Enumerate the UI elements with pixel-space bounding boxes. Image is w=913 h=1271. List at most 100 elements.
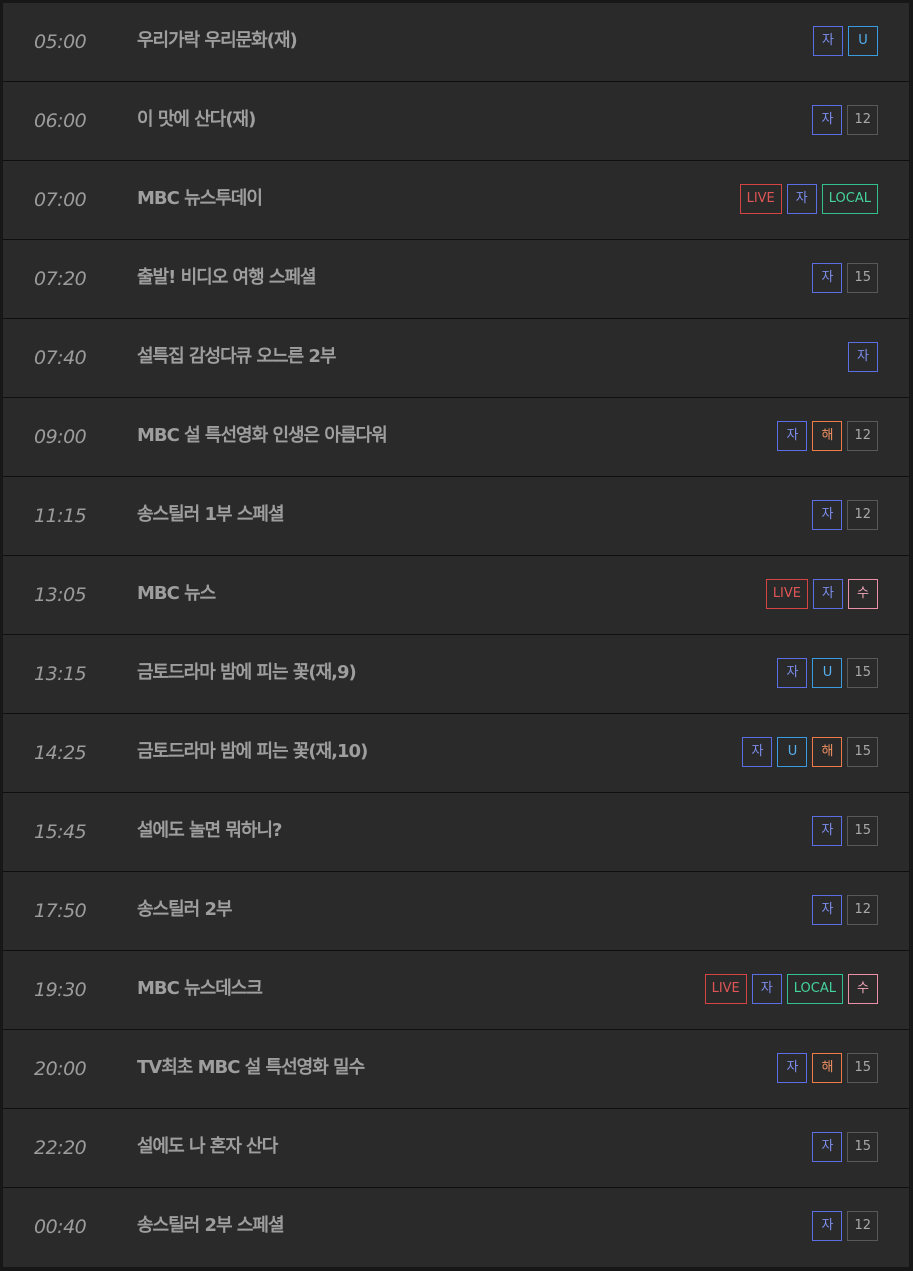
badge-ja: 자 bbox=[742, 737, 773, 767]
badge-local: LOCAL bbox=[821, 184, 878, 214]
schedule-row[interactable]: 14:25 금토드라마 밤에 피는 꽃(재,10) 자 U 해 15 bbox=[3, 714, 909, 793]
badge-su: 수 bbox=[848, 579, 878, 609]
program-badges: LIVE 자 LOCAL bbox=[739, 184, 878, 214]
badge-ja: 자 bbox=[812, 500, 843, 530]
schedule-row[interactable]: 19:30 MBC 뉴스데스크 LIVE 자 LOCAL 수 bbox=[3, 951, 909, 1030]
program-title[interactable]: TV최초 MBC 설 특선영화 밀수 bbox=[137, 1030, 365, 1108]
badge-live: LIVE bbox=[765, 579, 808, 609]
badge-u: U bbox=[848, 26, 878, 56]
program-badges: 자 해 15 bbox=[777, 1053, 878, 1083]
badge-ja: 자 bbox=[812, 263, 843, 293]
badge-age: 15 bbox=[847, 1053, 878, 1083]
program-badges: LIVE 자 LOCAL 수 bbox=[704, 974, 878, 1004]
badge-ja: 자 bbox=[848, 342, 878, 372]
badge-ja: 자 bbox=[812, 816, 843, 846]
program-time: 22:20 bbox=[34, 1137, 87, 1159]
program-time: 07:00 bbox=[34, 189, 87, 211]
badge-age: 12 bbox=[847, 105, 878, 135]
program-badges: 자 U 15 bbox=[777, 658, 878, 688]
program-badges: 자 15 bbox=[812, 1132, 878, 1162]
badge-ja: 자 bbox=[777, 658, 808, 688]
program-time: 20:00 bbox=[34, 1058, 87, 1080]
badge-live: LIVE bbox=[704, 974, 747, 1004]
program-title[interactable]: 금토드라마 밤에 피는 꽃(재,10) bbox=[137, 714, 368, 792]
badge-su: 수 bbox=[848, 974, 878, 1004]
program-time: 19:30 bbox=[34, 979, 87, 1001]
badge-age: 15 bbox=[847, 263, 878, 293]
badge-ja: 자 bbox=[812, 895, 843, 925]
badge-age: 15 bbox=[847, 816, 878, 846]
program-time: 07:40 bbox=[34, 347, 87, 369]
program-title[interactable]: MBC 뉴스투데이 bbox=[137, 161, 263, 239]
program-title[interactable]: 우리가락 우리문화(재) bbox=[137, 3, 298, 81]
schedule-list: 05:00 우리가락 우리문화(재) 자 U 06:00 이 맛에 산다(재) 자 12 07:… bbox=[3, 3, 909, 1267]
schedule-row[interactable]: 15:45 설에도 놀면 뭐하니? 자 15 bbox=[3, 793, 909, 872]
program-title[interactable]: 송스틸러 2부 스페셜 bbox=[137, 1188, 285, 1266]
badge-hae: 해 bbox=[812, 421, 843, 451]
badge-age: 12 bbox=[847, 895, 878, 925]
program-time: 00:40 bbox=[34, 1216, 87, 1238]
program-badges: 자 12 bbox=[812, 500, 878, 530]
badge-hae: 해 bbox=[812, 737, 843, 767]
program-title[interactable]: 설에도 놀면 뭐하니? bbox=[137, 793, 282, 871]
program-title[interactable]: 송스틸러 1부 스페셜 bbox=[137, 477, 285, 555]
badge-ja: 자 bbox=[812, 1132, 843, 1162]
program-badges: 자 12 bbox=[812, 1211, 878, 1241]
schedule-row[interactable]: 00:40 송스틸러 2부 스페셜 자 12 bbox=[3, 1188, 909, 1266]
program-time: 14:25 bbox=[34, 742, 87, 764]
program-title[interactable]: 금토드라마 밤에 피는 꽃(재,9) bbox=[137, 635, 357, 713]
badge-ja: 자 bbox=[813, 579, 843, 609]
program-badges: LIVE 자 수 bbox=[765, 579, 878, 609]
program-time: 06:00 bbox=[34, 110, 87, 132]
badge-ja: 자 bbox=[813, 26, 843, 56]
program-time: 15:45 bbox=[34, 821, 87, 843]
schedule-row[interactable]: 05:00 우리가락 우리문화(재) 자 U bbox=[3, 3, 909, 82]
program-badges: 자 해 12 bbox=[777, 421, 878, 451]
program-time: 17:50 bbox=[34, 900, 87, 922]
program-time: 11:15 bbox=[34, 505, 87, 527]
schedule-row[interactable]: 06:00 이 맛에 산다(재) 자 12 bbox=[3, 82, 909, 161]
badge-u: U bbox=[812, 658, 843, 688]
schedule-row[interactable]: 13:15 금토드라마 밤에 피는 꽃(재,9) 자 U 15 bbox=[3, 635, 909, 714]
program-title[interactable]: 설에도 나 혼자 산다 bbox=[137, 1109, 278, 1187]
schedule-row[interactable]: 20:00 TV최초 MBC 설 특선영화 밀수 자 해 15 bbox=[3, 1030, 909, 1109]
program-title[interactable]: MBC 설 특선영화 인생은 아름다워 bbox=[137, 398, 388, 476]
program-badges: 자 12 bbox=[812, 105, 878, 135]
badge-local: LOCAL bbox=[786, 974, 843, 1004]
program-title[interactable]: 송스틸러 2부 bbox=[137, 872, 233, 950]
schedule-row[interactable]: 13:05 MBC 뉴스 LIVE 자 수 bbox=[3, 556, 909, 635]
program-badges: 자U bbox=[813, 26, 878, 56]
badge-age: 15 bbox=[847, 658, 878, 688]
schedule-row[interactable]: 09:00 MBC 설 특선영화 인생은 아름다워 자 해 12 bbox=[3, 398, 909, 477]
program-time: 05:00 bbox=[34, 31, 87, 53]
program-title[interactable]: 출발! 비디오 여행 스페셜 bbox=[137, 240, 317, 318]
badge-age: 15 bbox=[847, 1132, 878, 1162]
program-title[interactable]: MBC 뉴스 bbox=[137, 556, 216, 634]
program-title[interactable]: MBC 뉴스데스크 bbox=[137, 951, 263, 1029]
program-title[interactable]: 이 맛에 산다(재) bbox=[137, 82, 256, 160]
program-time: 13:05 bbox=[34, 584, 87, 606]
program-badges: 자 bbox=[848, 342, 878, 372]
badge-ja: 자 bbox=[786, 184, 817, 214]
program-badges: 자 15 bbox=[812, 816, 878, 846]
badge-live: LIVE bbox=[739, 184, 782, 214]
badge-ja: 자 bbox=[777, 1053, 808, 1083]
schedule-row[interactable]: 07:00 MBC 뉴스투데이 LIVE 자 LOCAL bbox=[3, 161, 909, 240]
program-badges: 자 12 bbox=[812, 895, 878, 925]
schedule-row[interactable]: 22:20 설에도 나 혼자 산다 자 15 bbox=[3, 1109, 909, 1188]
schedule-row[interactable]: 11:15 송스틸러 1부 스페셜 자 12 bbox=[3, 477, 909, 556]
badge-age: 12 bbox=[847, 1211, 878, 1241]
badge-u: U bbox=[777, 737, 808, 767]
badge-ja: 자 bbox=[812, 1211, 843, 1241]
program-title[interactable]: 설특집 감성다큐 오느른 2부 bbox=[137, 319, 336, 397]
badge-age: 12 bbox=[847, 500, 878, 530]
schedule-row[interactable]: 07:20 출발! 비디오 여행 스페셜 자 15 bbox=[3, 240, 909, 319]
badge-ja: 자 bbox=[812, 105, 843, 135]
schedule-row[interactable]: 07:40 설특집 감성다큐 오느른 2부 자 bbox=[3, 319, 909, 398]
badge-ja: 자 bbox=[777, 421, 808, 451]
schedule-row[interactable]: 17:50 송스틸러 2부 자 12 bbox=[3, 872, 909, 951]
program-badges: 자 U 해 15 bbox=[742, 737, 878, 767]
program-badges: 자 15 bbox=[812, 263, 878, 293]
program-time: 07:20 bbox=[34, 268, 87, 290]
badge-hae: 해 bbox=[812, 1053, 843, 1083]
